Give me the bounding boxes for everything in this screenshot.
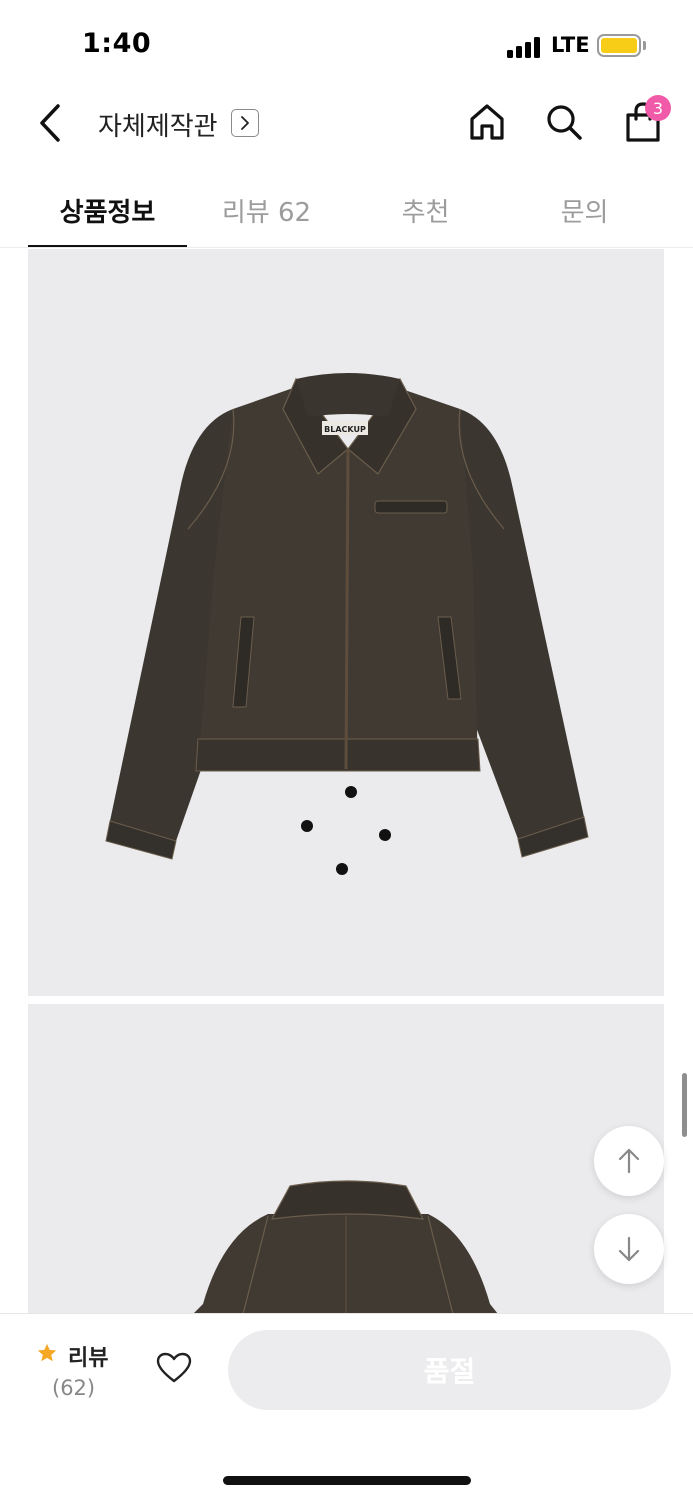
jacket-back-illustration: [193, 1180, 498, 1314]
wishlist-button[interactable]: [150, 1344, 198, 1392]
search-icon: [547, 105, 582, 140]
search-button[interactable]: [540, 98, 588, 146]
tabs-divider: [0, 247, 693, 248]
tab-product-info[interactable]: 상품정보: [28, 170, 187, 248]
chevron-left-icon: [40, 104, 60, 142]
home-indicator: [223, 1476, 471, 1485]
store-link-button[interactable]: [231, 109, 259, 137]
home-icon: [470, 104, 504, 140]
tab-reviews[interactable]: 리뷰 62: [187, 170, 346, 248]
scroll-top-button[interactable]: [594, 1126, 664, 1196]
heart-icon: [156, 1352, 192, 1383]
signal-icon: [507, 36, 543, 58]
product-image-front[interactable]: BLACKUP: [28, 249, 664, 996]
star-icon: [37, 1343, 57, 1362]
tab-bar: 상품정보 리뷰 62 추천 문의: [28, 170, 664, 248]
network-label: LTE: [551, 33, 590, 57]
back-button[interactable]: [28, 100, 72, 146]
review-count: (62): [52, 1376, 96, 1400]
header: 자체제작관: [0, 90, 693, 160]
arrow-up-icon: [618, 1148, 640, 1174]
arrow-down-icon: [618, 1236, 640, 1262]
battery-nub: [643, 41, 646, 50]
home-button[interactable]: [463, 98, 511, 146]
soldout-button[interactable]: 품절: [228, 1330, 671, 1410]
status-time: 1:40: [82, 28, 152, 59]
product-image-back[interactable]: [28, 1004, 664, 1314]
bottom-action-bar: 리뷰 (62) 품절: [0, 1313, 693, 1500]
scrollbar[interactable]: [682, 1073, 687, 1137]
tab-inquiry[interactable]: 문의: [505, 170, 664, 248]
cart-count-badge: 3: [645, 95, 671, 121]
jacket-label-text: BLACKUP: [324, 425, 366, 434]
battery-icon: [597, 34, 641, 57]
tab-recommend[interactable]: 추천: [346, 170, 505, 248]
scroll-bottom-button[interactable]: [594, 1214, 664, 1284]
review-label: 리뷰: [68, 1346, 109, 1371]
chevron-right-icon: [241, 116, 249, 130]
page-title[interactable]: 자체제작관: [98, 106, 218, 143]
status-bar: 1:40 LTE: [0, 0, 693, 90]
loading-spinner: [296, 777, 396, 877]
jacket-front-illustration: BLACKUP: [105, 373, 589, 860]
